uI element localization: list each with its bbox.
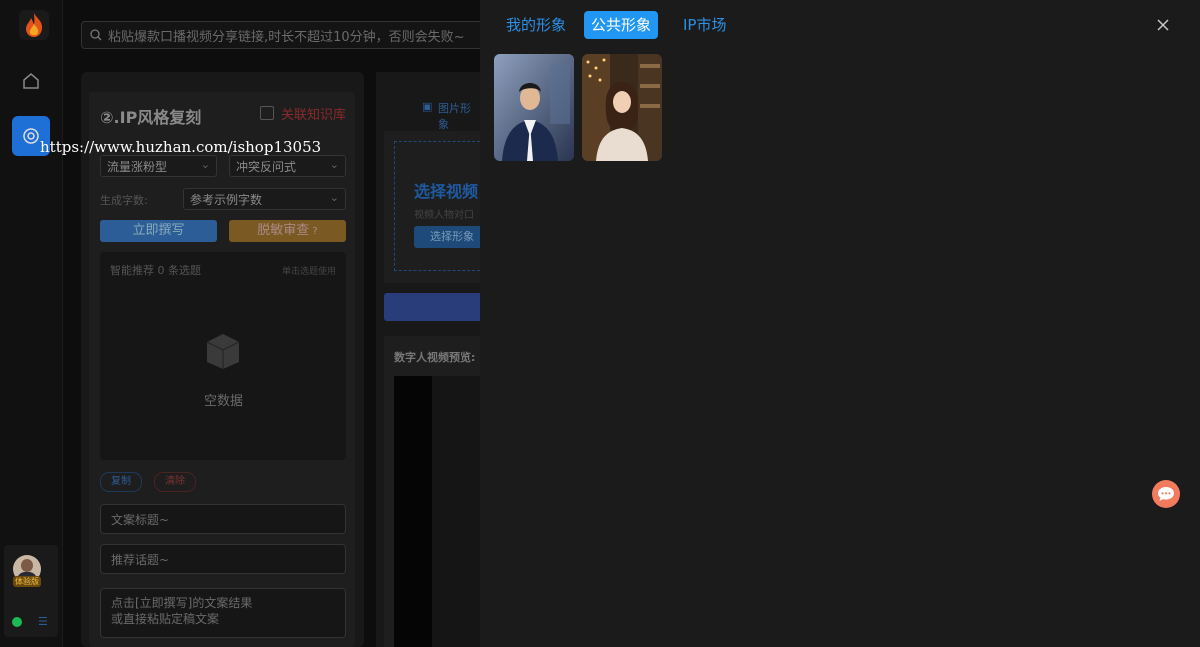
- image-tab-label: 图片形象: [438, 102, 471, 131]
- avatar-drawer: 我的形象 公共形象 IP市场: [480, 0, 1200, 647]
- watermark-text: https://www.huzhan.com/ishop13053: [40, 138, 322, 156]
- copy-tag[interactable]: 复制: [100, 472, 142, 492]
- write-button[interactable]: 立即撰写: [100, 220, 217, 242]
- recommend-label: 智能推荐 0 条选题: [110, 264, 201, 277]
- chevron-down-icon: ⌄: [329, 158, 339, 171]
- user-card[interactable]: 体验版 ☰: [4, 545, 58, 637]
- home-icon[interactable]: [20, 70, 42, 92]
- review-button[interactable]: 脱敏审查 ?: [229, 220, 346, 242]
- topic-input[interactable]: 推荐话题~: [100, 544, 346, 574]
- close-icon[interactable]: [1156, 17, 1170, 31]
- result-placeholder-line1: 点击[立即撰写]的文案结果: [111, 596, 253, 610]
- knowledge-checkbox-label: 关联知识库: [281, 108, 347, 123]
- flame-icon: [26, 13, 43, 37]
- recommend-hint: 单击选题使用: [281, 267, 336, 277]
- empty-text: 空数据: [204, 394, 244, 409]
- recommend-box: 智能推荐 0 条选题 单击选题使用 空数据: [100, 252, 346, 460]
- chevron-down-icon: ⌄: [200, 158, 210, 171]
- video-frame-side: [432, 376, 480, 647]
- style-select[interactable]: 冲突反问式 ⌄: [229, 155, 346, 177]
- video-frame: [394, 376, 432, 647]
- chat-bubble-icon: [1158, 487, 1174, 501]
- user-plan-badge: 体验版: [13, 576, 41, 587]
- section-title: ②.IP风格复刻: [100, 108, 202, 127]
- type-select[interactable]: 流量涨粉型 ⌄: [100, 155, 217, 177]
- help-icon: ?: [309, 226, 318, 237]
- result-textarea[interactable]: 点击[立即撰写]的文案结果 或直接粘贴定稿文案: [100, 588, 346, 638]
- review-button-label: 脱敏审查: [257, 223, 310, 238]
- preview-area: 数字人视频预览:: [384, 336, 480, 647]
- app-logo[interactable]: [19, 10, 49, 40]
- tab-ip-market[interactable]: IP市场: [676, 11, 733, 39]
- image-tab[interactable]: ▣ 图片形象: [384, 92, 480, 131]
- chevron-down-icon: ⌄: [329, 191, 339, 204]
- avatar-image-man: [494, 54, 574, 161]
- select-video-heading: 选择视频: [414, 182, 479, 201]
- word-count-select[interactable]: 参考示例字数 ⌄: [183, 188, 346, 210]
- search-bar[interactable]: 粘贴爆款口播视频分享链接,时长不超过10分钟，否则会失败~: [81, 21, 531, 49]
- clear-tag[interactable]: 清除: [154, 472, 196, 492]
- tab-my-avatars[interactable]: 我的形象: [499, 11, 573, 39]
- settings-icon[interactable]: ☰: [38, 615, 48, 628]
- type-select-value: 流量涨粉型: [107, 160, 168, 174]
- knowledge-checkbox[interactable]: [260, 106, 274, 120]
- search-input[interactable]: 粘贴爆款口播视频分享链接,时长不超过10分钟，否则会失败~: [108, 26, 465, 45]
- word-count-label: 生成字数:: [100, 194, 148, 207]
- avatar-card-woman[interactable]: [582, 54, 662, 161]
- upload-dropzone[interactable]: 选择视频 视频人物对口 选择形象: [394, 141, 481, 271]
- title-input[interactable]: 文案标题~: [100, 504, 346, 534]
- avatar-image-woman: [582, 54, 662, 161]
- avatar-card-man[interactable]: [494, 54, 574, 161]
- chat-support-button[interactable]: [1152, 480, 1180, 508]
- result-placeholder-line2: 或直接粘贴定稿文案: [111, 612, 220, 626]
- search-icon: [90, 29, 102, 41]
- image-icon: ▣: [422, 100, 433, 113]
- tab-public-avatars[interactable]: 公共形象: [584, 11, 659, 39]
- video-desc: 视频人物对口: [414, 210, 474, 221]
- style-select-value: 冲突反问式: [236, 160, 297, 174]
- word-count-value: 参考示例字数: [190, 193, 263, 207]
- empty-box-icon: [203, 328, 243, 374]
- select-avatar-button[interactable]: 选择形象: [414, 226, 481, 248]
- online-dot: [12, 617, 22, 627]
- generate-button[interactable]: [384, 293, 480, 321]
- preview-label: 数字人视频预览:: [394, 351, 476, 364]
